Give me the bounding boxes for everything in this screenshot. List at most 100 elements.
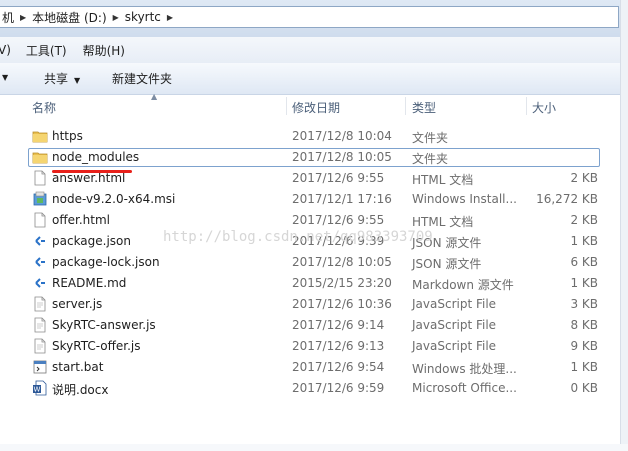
file-size: 1 KB bbox=[570, 234, 598, 248]
menu-help[interactable]: 帮助(H) bbox=[83, 42, 125, 59]
file-name: node-v9.2.0-x64.msi bbox=[52, 192, 176, 206]
column-size[interactable]: 大小 bbox=[532, 99, 556, 116]
file-name: SkyRTC-answer.js bbox=[52, 318, 156, 332]
msi-installer-icon bbox=[32, 191, 48, 207]
file-type: JavaScript File bbox=[412, 339, 497, 353]
file-size: 9 KB bbox=[570, 339, 598, 353]
file-type: JSON 源文件 bbox=[412, 257, 482, 271]
file-size: 0 KB bbox=[570, 381, 598, 395]
folder-icon bbox=[32, 128, 48, 144]
crumb-local-disk[interactable]: 本地磁盘 (D:) bbox=[29, 9, 109, 26]
file-date: 2017/12/8 10:05 bbox=[292, 255, 392, 269]
chevron-right-icon[interactable]: ▶ bbox=[110, 13, 122, 22]
file-size: 1 KB bbox=[570, 276, 598, 290]
file-date: 2017/12/6 9:14 bbox=[292, 318, 385, 332]
file-date: 2017/12/8 10:05 bbox=[292, 150, 392, 164]
file-date: 2017/12/6 9:13 bbox=[292, 339, 385, 353]
file-type: HTML 文档 bbox=[412, 215, 474, 229]
file-name: SkyRTC-offer.js bbox=[52, 339, 141, 353]
file-row[interactable]: W 说明.docx 2017/12/6 9:59 Microsoft Office..… bbox=[0, 378, 628, 399]
file-row[interactable]: offer.html 2017/12/6 9:55 HTML 文档 2 KB bbox=[0, 210, 628, 231]
file-row[interactable]: SkyRTC-answer.js 2017/12/6 9:14 JavaScript… bbox=[0, 315, 628, 336]
file-date: 2017/12/6 9:54 bbox=[292, 360, 385, 374]
word-document-icon: W bbox=[32, 380, 48, 396]
file-date: 2015/2/15 23:20 bbox=[292, 276, 392, 290]
json-file-icon bbox=[32, 233, 48, 249]
file-name: offer.html bbox=[52, 213, 110, 227]
file-size: 2 KB bbox=[570, 213, 598, 227]
column-divider[interactable] bbox=[405, 97, 406, 115]
file-name: package-lock.json bbox=[52, 255, 160, 269]
js-file-icon bbox=[32, 296, 48, 312]
scrollbar[interactable] bbox=[620, 0, 628, 451]
html-file-icon bbox=[32, 212, 48, 228]
file-row[interactable]: package-lock.json 2017/12/8 10:05 JSON 源文件… bbox=[0, 252, 628, 273]
file-name: 说明.docx bbox=[52, 383, 109, 397]
file-name: start.bat bbox=[52, 360, 104, 374]
file-type: Markdown 源文件 bbox=[412, 278, 514, 292]
address-bar: 机 ▶ 本地磁盘 (D:) ▶ skyrtc ▶ bbox=[0, 0, 628, 37]
status-area bbox=[0, 444, 628, 451]
file-row[interactable]: SkyRTC-offer.js 2017/12/6 9:13 JavaScript … bbox=[0, 336, 628, 357]
js-file-icon bbox=[32, 317, 48, 333]
file-row-selected[interactable]: node_modules 2017/12/8 10:05 文件夹 bbox=[0, 147, 628, 168]
file-date: 2017/12/1 17:16 bbox=[292, 192, 392, 206]
file-row[interactable]: start.bat 2017/12/6 9:54 Windows 批处理... 1 K… bbox=[0, 357, 628, 378]
new-folder-button[interactable]: 新建文件夹 bbox=[112, 70, 172, 87]
dropdown-arrow-icon[interactable]: ▼ bbox=[2, 73, 8, 82]
file-name: package.json bbox=[52, 234, 132, 248]
file-type: Microsoft Office... bbox=[412, 381, 517, 395]
file-size: 8 KB bbox=[570, 318, 598, 332]
file-row[interactable]: node-v9.2.0-x64.msi 2017/12/1 17:16 Window… bbox=[0, 189, 628, 210]
file-size: 1 KB bbox=[570, 360, 598, 374]
column-divider[interactable] bbox=[286, 97, 287, 115]
column-name[interactable]: 名称 bbox=[32, 99, 56, 116]
file-type: 文件夹 bbox=[412, 152, 449, 166]
crumb-computer[interactable]: 机 bbox=[0, 9, 17, 26]
file-type: 文件夹 bbox=[412, 131, 449, 145]
share-button[interactable]: 共享 ▼ bbox=[44, 70, 80, 87]
file-size: 16,272 KB bbox=[536, 192, 598, 206]
file-date: 2017/12/6 10:36 bbox=[292, 297, 392, 311]
chevron-right-icon[interactable]: ▶ bbox=[17, 13, 29, 22]
file-size: 3 KB bbox=[570, 297, 598, 311]
menu-tools[interactable]: 工具(T) bbox=[26, 42, 67, 59]
markdown-file-icon bbox=[32, 275, 48, 291]
file-type: HTML 文档 bbox=[412, 173, 474, 187]
folder-icon bbox=[32, 149, 48, 165]
file-name: README.md bbox=[52, 276, 127, 290]
js-file-icon bbox=[32, 338, 48, 354]
column-type[interactable]: 类型 bbox=[412, 99, 436, 116]
file-size: 2 KB bbox=[570, 171, 598, 185]
file-type: Windows 批处理... bbox=[412, 362, 517, 376]
svg-text:W: W bbox=[34, 386, 41, 394]
chevron-right-icon[interactable]: ▶ bbox=[164, 13, 176, 22]
dropdown-arrow-icon: ▼ bbox=[74, 76, 81, 85]
file-row[interactable]: package.json 2017/12/6 9:39 JSON 源文件 1 KB bbox=[0, 231, 628, 252]
column-divider[interactable] bbox=[526, 97, 527, 115]
file-date: 2017/12/8 10:04 bbox=[292, 129, 392, 143]
menu-view[interactable]: V) bbox=[0, 43, 11, 57]
red-underline-annotation bbox=[52, 170, 132, 173]
share-label: 共享 bbox=[44, 72, 69, 86]
command-toolbar: ▼ 共享 ▼ 新建文件夹 bbox=[0, 63, 628, 95]
file-type: Windows Install... bbox=[412, 192, 517, 206]
file-date: 2017/12/6 9:55 bbox=[292, 213, 385, 227]
file-name: node_modules bbox=[52, 150, 140, 164]
file-type: JavaScript File bbox=[412, 318, 497, 332]
file-date: 2017/12/6 9:59 bbox=[292, 381, 385, 395]
file-row[interactable]: https 2017/12/8 10:04 文件夹 bbox=[0, 126, 628, 147]
crumb-skyrtc[interactable]: skyrtc bbox=[122, 10, 164, 24]
html-file-icon bbox=[32, 170, 48, 186]
address-breadcrumb[interactable]: 机 ▶ 本地磁盘 (D:) ▶ skyrtc ▶ bbox=[0, 6, 619, 28]
file-size: 6 KB bbox=[570, 255, 598, 269]
file-row[interactable]: README.md 2015/2/15 23:20 Markdown 源文件 1 KB bbox=[0, 273, 628, 294]
column-date[interactable]: 修改日期 bbox=[292, 99, 340, 116]
file-row[interactable]: server.js 2017/12/6 10:36 JavaScript File 3… bbox=[0, 294, 628, 315]
file-name: server.js bbox=[52, 297, 103, 311]
file-name: https bbox=[52, 129, 83, 143]
file-type: JSON 源文件 bbox=[412, 236, 482, 250]
file-name: answer.html bbox=[52, 171, 126, 185]
json-file-icon bbox=[32, 254, 48, 270]
batch-file-icon bbox=[32, 359, 48, 375]
